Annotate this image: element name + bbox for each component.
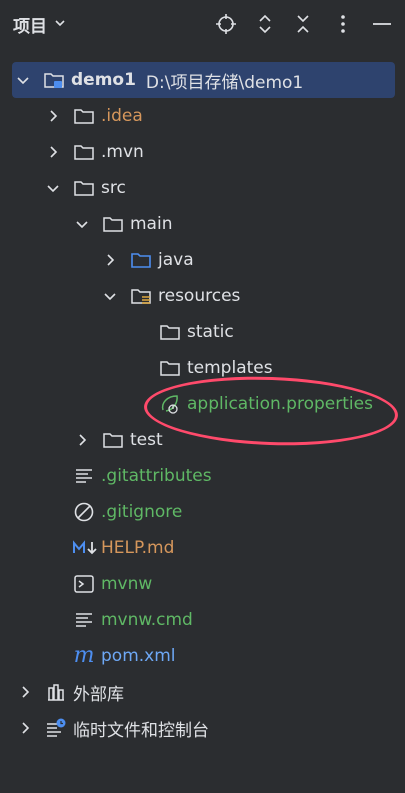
title-label: 项目 <box>13 17 47 37</box>
project-tool-window-header: 项目 <box>0 0 405 48</box>
item-label: .gitattributes <box>101 466 212 486</box>
terminal-script-icon <box>73 574 95 594</box>
chevron-down-icon[interactable] <box>45 180 61 196</box>
scratches-icon <box>45 718 67 738</box>
item-label: .mvn <box>101 142 144 162</box>
tree-item-main[interactable]: main <box>0 206 405 242</box>
folder-icon <box>73 178 95 198</box>
library-icon <box>45 682 67 702</box>
item-label: HELP.md <box>101 538 175 558</box>
tree-item-scratches-and-consoles[interactable]: 临时文件和控制台 <box>0 710 405 746</box>
chevron-right-icon[interactable] <box>17 720 33 736</box>
chevron-down-icon[interactable] <box>53 15 67 35</box>
root-path: D:\项目存储\demo1 <box>145 72 304 93</box>
tree-item-idea[interactable]: .idea <box>0 98 405 134</box>
locate-icon[interactable] <box>214 12 238 36</box>
chevron-right-icon[interactable] <box>45 144 61 160</box>
item-label: mvnw.cmd <box>101 610 193 630</box>
chevron-down-icon[interactable] <box>74 216 90 232</box>
tree-item-mvnw-cmd[interactable]: mvnw.cmd <box>0 602 405 638</box>
chevron-right-icon[interactable] <box>74 432 90 448</box>
source-folder-icon <box>130 250 152 270</box>
tree-item-help-md[interactable]: HELP.md <box>0 530 405 566</box>
chevron-down-icon[interactable] <box>102 288 118 304</box>
text-file-icon <box>73 610 95 630</box>
resources-folder-icon <box>130 286 152 306</box>
markdown-icon <box>73 538 99 558</box>
item-label: 外部库 <box>73 684 124 705</box>
expand-all-icon[interactable] <box>253 12 277 36</box>
tree-item-src[interactable]: src <box>0 170 405 206</box>
tree-item-gitattributes[interactable]: .gitattributes <box>0 458 405 494</box>
item-label: main <box>130 214 173 234</box>
tree-item-demo1[interactable]: demo1 D:\项目存储\demo1 <box>12 62 395 98</box>
folder-icon <box>102 214 124 234</box>
tree-item-java[interactable]: java <box>0 242 405 278</box>
item-label: 临时文件和控制台 <box>73 720 209 741</box>
tree-item-external-libraries[interactable]: 外部库 <box>0 674 405 710</box>
item-label: .gitignore <box>101 502 183 522</box>
item-label: java <box>158 250 194 270</box>
chevron-down-icon[interactable] <box>15 72 31 88</box>
item-label: src <box>101 178 126 198</box>
item-label: templates <box>187 358 273 378</box>
tree-item-static[interactable]: static <box>0 314 405 350</box>
maven-icon: m <box>73 643 95 668</box>
item-label: test <box>130 430 163 450</box>
text-file-icon <box>73 466 95 486</box>
folder-icon <box>159 322 181 342</box>
folder-icon <box>159 358 181 378</box>
tree-item-mvnw[interactable]: mvnw <box>0 566 405 602</box>
chevron-right-icon[interactable] <box>102 252 118 268</box>
item-label: static <box>187 322 234 342</box>
tree-item-mvn[interactable]: .mvn <box>0 134 405 170</box>
item-label: pom.xml <box>101 646 176 666</box>
item-label: .idea <box>101 106 143 126</box>
hide-window-icon[interactable] <box>370 12 394 36</box>
root-name: demo1 <box>71 70 136 90</box>
folder-icon <box>102 430 124 450</box>
more-options-icon[interactable] <box>331 12 355 36</box>
folder-icon <box>73 106 95 126</box>
folder-icon <box>73 142 95 162</box>
item-label: resources <box>158 286 241 306</box>
collapse-all-icon[interactable] <box>291 12 315 36</box>
tree-item-pom-xml[interactable]: m pom.xml <box>0 638 405 674</box>
ignore-file-icon <box>73 502 95 522</box>
module-folder-icon <box>43 70 65 90</box>
tool-window-title[interactable]: 项目 <box>13 12 67 37</box>
item-label: mvnw <box>101 574 153 594</box>
chevron-right-icon[interactable] <box>45 108 61 124</box>
chevron-right-icon[interactable] <box>17 684 33 700</box>
tree-item-resources[interactable]: resources <box>0 278 405 314</box>
tree-item-gitignore[interactable]: .gitignore <box>0 494 405 530</box>
